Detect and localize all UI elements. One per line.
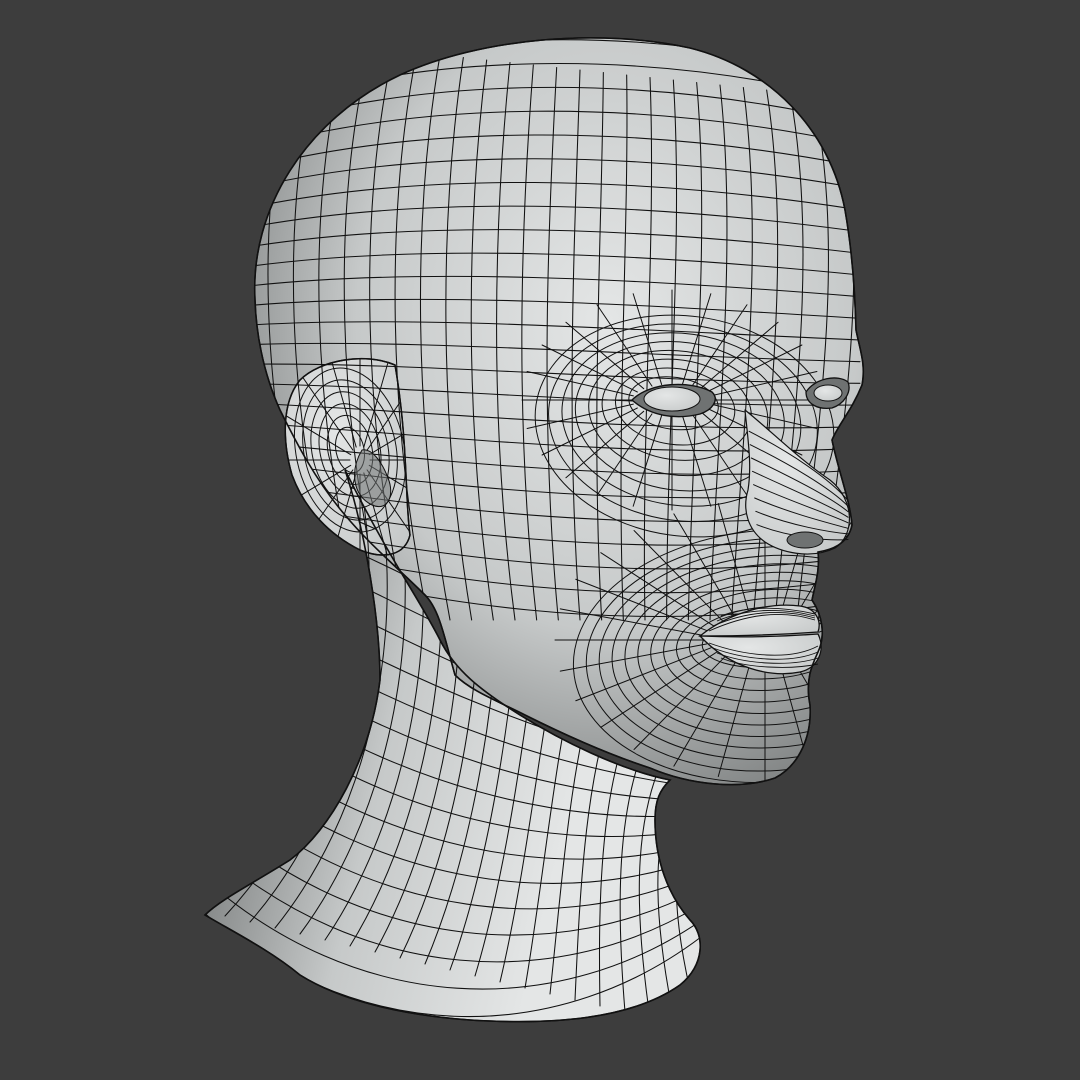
right-eyeball: [643, 386, 701, 412]
head-mesh-render[interactable]: [0, 0, 1080, 1080]
nostril: [786, 531, 824, 549]
3d-viewport[interactable]: [0, 0, 1080, 1080]
left-eyeball: [813, 384, 843, 402]
